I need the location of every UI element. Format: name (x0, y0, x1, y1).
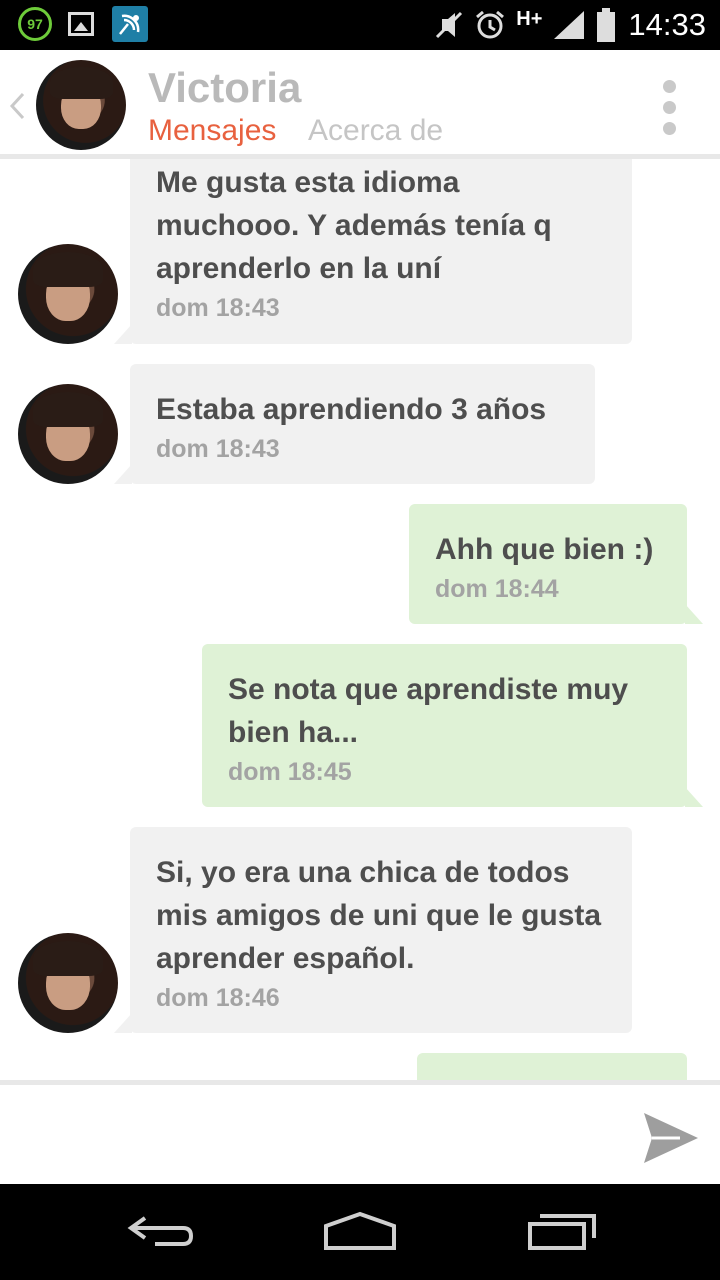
message-bubble-outgoing[interactable]: Ahh que bien :) dom 18:44 (409, 504, 703, 624)
clock: 14:33 (628, 7, 706, 42)
message-text: Me gusta esta idioma muchooo. Y además t… (156, 166, 552, 285)
message-bubble-incoming[interactable]: Estaba aprendiendo 3 años dom 18:43 (114, 364, 595, 484)
message-list[interactable]: Me gusta esta idioma muchooo. Y además t… (0, 159, 720, 1080)
system-nav-bar (0, 1184, 720, 1280)
compose-bar (0, 1080, 720, 1189)
message-input[interactable] (10, 1099, 624, 1175)
nav-home-icon[interactable] (322, 1210, 398, 1252)
message-bubble-outgoing[interactable] (417, 1053, 687, 1080)
tab-about[interactable]: Acerca de (308, 114, 443, 148)
battery-level-badge: 97 (18, 7, 52, 41)
send-icon[interactable] (640, 1107, 702, 1169)
battery-icon (597, 8, 616, 42)
contact-avatar[interactable] (36, 60, 126, 150)
message-bubble-incoming[interactable]: Si, yo era una chica de todos mis amigos… (114, 827, 632, 1033)
nav-recents-icon[interactable] (526, 1210, 598, 1252)
overflow-menu-icon[interactable] (660, 80, 678, 135)
network-type: H+ (516, 7, 543, 30)
tab-messages[interactable]: Mensajes (148, 114, 276, 148)
contact-name: Victoria (148, 64, 302, 111)
satellite-app-icon (112, 6, 148, 42)
chevron-left-icon[interactable] (8, 92, 26, 120)
message-time: dom 18:45 (228, 758, 352, 786)
message-time: dom 18:46 (156, 984, 280, 1012)
system-icons: H+ 14:33 (424, 6, 706, 44)
signal-icon (554, 11, 585, 39)
message-text: Ahh que bien :) (435, 533, 654, 566)
message-bubble-incoming[interactable]: Me gusta esta idioma muchooo. Y además t… (114, 159, 632, 344)
gallery-icon (68, 12, 94, 36)
sender-avatar (18, 933, 118, 1033)
message-text: Si, yo era una chica de todos mis amigos… (156, 856, 602, 975)
message-text: Estaba aprendiendo 3 años (156, 393, 547, 426)
status-bar: 97 H+ 14:33 (0, 0, 720, 50)
message-bubble-outgoing[interactable]: Se nota que aprendiste muy bien ha... do… (202, 644, 703, 807)
muted-icon (436, 11, 463, 39)
message-text: Se nota que aprendiste muy bien ha... (228, 673, 629, 749)
message-time: dom 18:44 (435, 575, 559, 603)
message-time: dom 18:43 (156, 294, 280, 322)
sender-avatar (18, 384, 118, 484)
notification-icons: 97 (18, 6, 148, 42)
alarm-icon (476, 10, 505, 39)
message-time: dom 18:43 (156, 435, 280, 463)
nav-back-icon[interactable] (125, 1210, 195, 1250)
sender-avatar (18, 244, 118, 344)
conversation-header: Victoria Mensajes Acerca de (0, 50, 720, 159)
